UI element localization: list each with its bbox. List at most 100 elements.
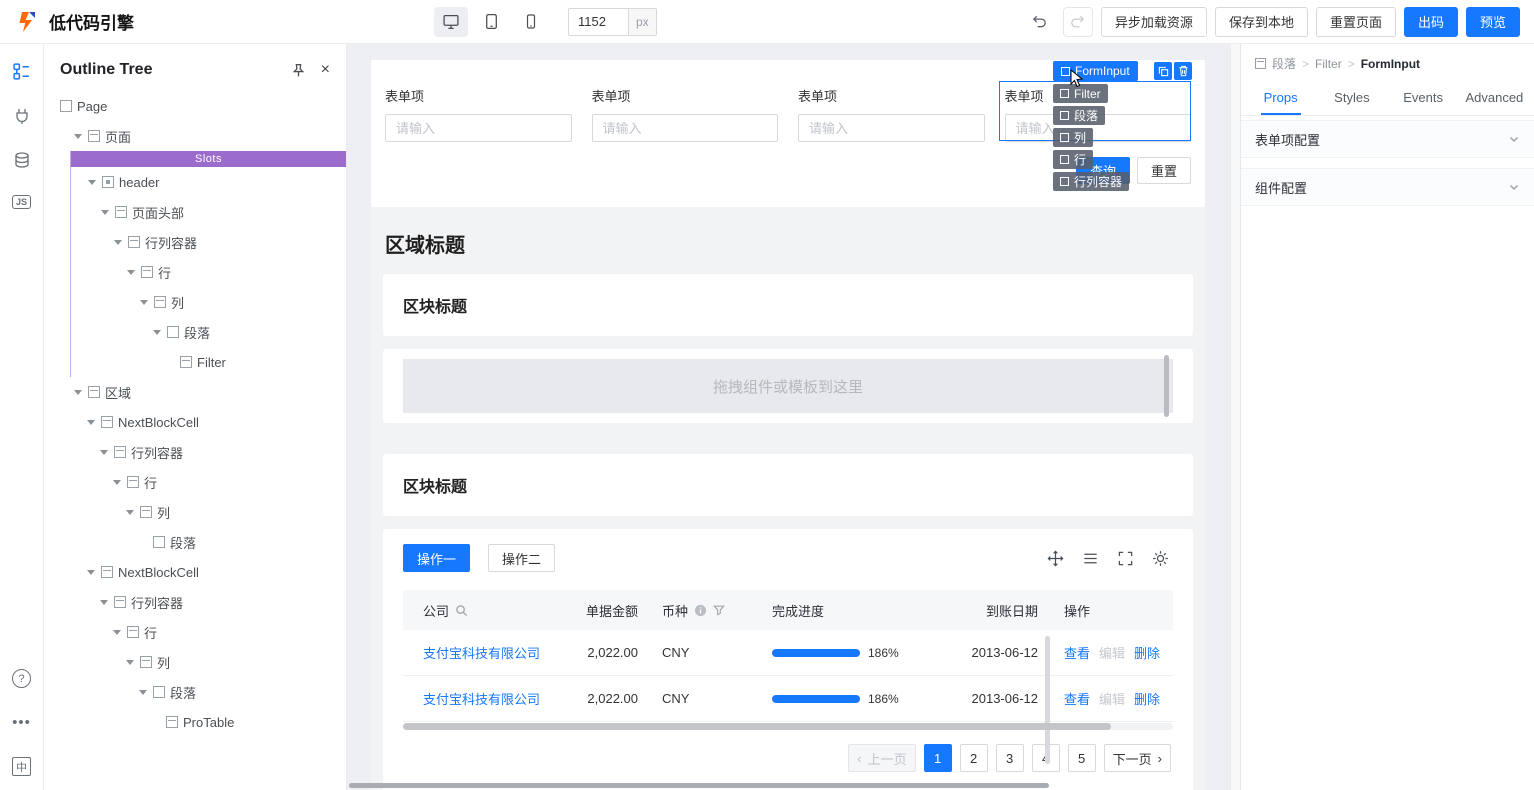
chevron-down-icon[interactable] <box>86 420 96 425</box>
tree-node[interactable]: NextBlockCell <box>44 557 346 587</box>
tab-events[interactable]: Events <box>1388 81 1459 115</box>
view-link[interactable]: 查看 <box>1064 643 1090 662</box>
async-load-button[interactable]: 异步加载资源 <box>1100 6 1207 37</box>
pagination-prev[interactable]: 上一页 <box>848 744 916 772</box>
density-icon[interactable] <box>1082 550 1099 567</box>
pagination-page-5[interactable]: 5 <box>1067 744 1096 772</box>
tree-node[interactable]: 行 <box>44 617 346 647</box>
chevron-down-icon[interactable] <box>152 330 162 335</box>
tree-node[interactable]: ProTable <box>44 707 346 737</box>
pagination-page-3[interactable]: 3 <box>995 744 1024 772</box>
pagination-page-2[interactable]: 2 <box>959 744 988 772</box>
company-link[interactable]: 支付宝科技有限公司 <box>423 643 540 662</box>
chevron-down-icon[interactable] <box>138 690 148 695</box>
chevron-down-icon[interactable] <box>99 600 109 605</box>
phone-device-button[interactable] <box>514 7 548 37</box>
ancestor-badge[interactable]: 行 <box>1053 150 1094 169</box>
tree-node[interactable]: header <box>71 167 346 197</box>
chevron-down-icon[interactable] <box>73 390 83 395</box>
more-options-icon[interactable]: ••• <box>12 714 31 731</box>
tab-advanced[interactable]: Advanced <box>1459 81 1530 115</box>
tree-node[interactable]: NextBlockCell <box>44 407 346 437</box>
delete-link[interactable]: 删除 <box>1134 643 1160 662</box>
redo-icon[interactable] <box>1062 6 1093 37</box>
slots-bar[interactable]: Slots <box>71 151 346 167</box>
breadcrumb-item[interactable]: 段落 <box>1272 55 1296 72</box>
fullscreen-icon[interactable] <box>1117 550 1134 567</box>
ancestor-badge[interactable]: Filter <box>1053 84 1108 103</box>
chevron-down-icon[interactable] <box>126 270 136 275</box>
chevron-down-icon[interactable] <box>99 450 109 455</box>
tree-node[interactable]: 行 <box>44 467 346 497</box>
chevron-down-icon[interactable] <box>73 134 83 139</box>
duplicate-component-button[interactable] <box>1154 62 1172 80</box>
tree-node[interactable]: 行列容器 <box>44 587 346 617</box>
ancestor-badge[interactable]: 行列容器 <box>1053 172 1130 191</box>
section-form-item-config[interactable]: 表单项配置 <box>1241 120 1534 158</box>
scrollbar-thumb[interactable] <box>403 723 1112 730</box>
undo-icon[interactable] <box>1025 7 1055 37</box>
chevron-down-icon[interactable] <box>125 660 135 665</box>
tree-node-page[interactable]: Page <box>44 91 346 121</box>
tree-node[interactable]: 列 <box>71 287 346 317</box>
chevron-down-icon[interactable] <box>87 180 97 185</box>
tablet-device-button[interactable] <box>474 7 508 37</box>
chevron-down-icon[interactable] <box>86 570 96 575</box>
chevron-down-icon[interactable] <box>100 210 110 215</box>
chevron-down-icon[interactable] <box>112 630 122 635</box>
outcode-button[interactable]: 出码 <box>1403 6 1458 37</box>
save-local-button[interactable]: 保存到本地 <box>1214 6 1308 37</box>
language-icon[interactable]: 中 <box>12 757 31 776</box>
search-icon[interactable] <box>455 604 468 617</box>
chevron-down-icon[interactable] <box>139 300 149 305</box>
canvas-vertical-scrollbar[interactable] <box>1230 44 1240 790</box>
info-icon[interactable] <box>694 604 707 617</box>
chevron-down-icon[interactable] <box>112 480 122 485</box>
edit-link[interactable]: 编辑 <box>1099 643 1125 662</box>
tree-node[interactable]: 页面头部 <box>71 197 346 227</box>
tree-node[interactable]: 行列容器 <box>44 437 346 467</box>
settings-gear-icon[interactable] <box>1152 550 1169 567</box>
view-link[interactable]: 查看 <box>1064 689 1090 708</box>
reload-move-icon[interactable] <box>1047 550 1064 567</box>
form-item-input[interactable] <box>591 114 778 142</box>
filter-funnel-icon[interactable] <box>713 604 725 616</box>
delete-component-button[interactable] <box>1174 62 1192 80</box>
selected-component-tag[interactable]: FormInput <box>1053 61 1138 81</box>
chevron-down-icon[interactable] <box>113 240 123 245</box>
canvas-horizontal-scrollbar[interactable] <box>349 783 1049 788</box>
pagination-next[interactable]: 下一页 <box>1103 744 1171 772</box>
edit-link[interactable]: 编辑 <box>1099 689 1125 708</box>
tree-node[interactable]: 行 <box>71 257 346 287</box>
js-panel-icon[interactable]: JS <box>11 195 31 209</box>
outline-tree-icon[interactable] <box>12 62 31 81</box>
canvas-width-input[interactable] <box>568 7 628 36</box>
preview-button[interactable]: 预览 <box>1465 6 1520 37</box>
action-one-button[interactable]: 操作一 <box>403 544 471 572</box>
ancestor-badge[interactable]: 列 <box>1053 128 1094 147</box>
table-vertical-scrollbar[interactable] <box>1045 636 1050 764</box>
tree-node[interactable]: Filter <box>71 347 346 377</box>
tree-node[interactable]: 行列容器 <box>71 227 346 257</box>
pagination-page-1[interactable]: 1 <box>923 744 952 772</box>
delete-link[interactable]: 删除 <box>1134 689 1160 708</box>
datasource-icon[interactable] <box>13 151 31 169</box>
breadcrumb-item[interactable]: Filter <box>1315 57 1342 71</box>
pin-icon[interactable] <box>291 63 306 78</box>
scrollbar-thumb[interactable] <box>1164 355 1169 417</box>
tree-node[interactable]: 页面 <box>44 121 346 151</box>
section-component-config[interactable]: 组件配置 <box>1241 168 1534 206</box>
company-link[interactable]: 支付宝科技有限公司 <box>423 689 540 708</box>
chevron-down-icon[interactable] <box>125 510 135 515</box>
reset-button[interactable]: 重置 <box>1136 157 1191 184</box>
close-icon[interactable]: × <box>321 61 330 79</box>
reset-page-button[interactable]: 重置页面 <box>1315 6 1396 37</box>
desktop-device-button[interactable] <box>434 6 468 37</box>
action-two-button[interactable]: 操作二 <box>488 544 556 572</box>
tree-node[interactable]: 列 <box>44 647 346 677</box>
tree-node[interactable]: 段落 <box>44 677 346 707</box>
dropzone[interactable]: 拖拽组件或模板到这里 <box>403 359 1173 413</box>
ancestor-badge[interactable]: 段落 <box>1053 106 1106 125</box>
plugin-icon[interactable] <box>13 107 31 125</box>
tree-node[interactable]: 列 <box>44 497 346 527</box>
